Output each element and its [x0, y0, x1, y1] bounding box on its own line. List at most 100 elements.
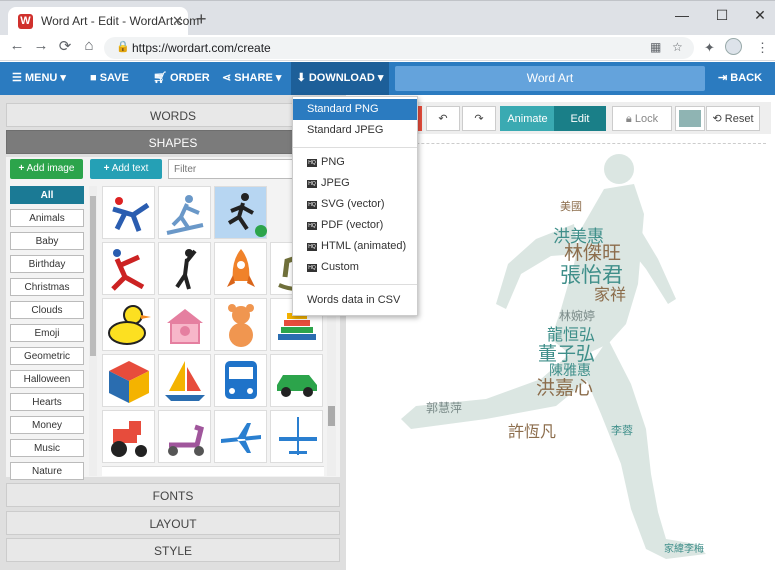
category-money[interactable]: Money	[10, 416, 84, 434]
url-field[interactable]: 🔒 https://wordart.com/create ▦ ☆	[104, 37, 694, 59]
shape-skier[interactable]	[158, 186, 211, 239]
download-dropdown: Standard PNG Standard JPEG HQ PNG HQ JPEG …	[292, 96, 418, 316]
qr-code-icon[interactable]: ▦	[650, 40, 661, 54]
home-icon[interactable]: ⌂	[81, 37, 97, 54]
sailboat-icon	[165, 361, 205, 401]
accordion-words[interactable]: WORDS	[6, 103, 340, 127]
category-birthday[interactable]: Birthday	[10, 255, 84, 273]
reload-icon[interactable]: ⟳	[57, 37, 73, 55]
category-baby[interactable]: Baby	[10, 232, 84, 250]
shape-bus[interactable]	[214, 354, 267, 407]
gymnast-icon	[112, 197, 150, 232]
dd-hq-jpeg[interactable]: HQ JPEG	[293, 173, 417, 194]
filter-input[interactable]	[168, 159, 294, 179]
shape-rubiks-cube[interactable]	[102, 354, 155, 407]
save-button[interactable]: ■ SAVE	[90, 62, 129, 95]
category-music[interactable]: Music	[10, 439, 84, 457]
category-nature[interactable]: Nature	[10, 462, 84, 480]
category-all[interactable]: All	[10, 186, 84, 204]
tractor-icon	[111, 421, 147, 457]
dd-words-csv[interactable]: Words data in CSV	[293, 290, 417, 311]
redo-icon: ↷	[474, 113, 484, 125]
shape-ballerina[interactable]	[158, 242, 211, 295]
shape-rocket[interactable]	[214, 242, 267, 295]
shape-duck[interactable]	[102, 298, 155, 351]
category-emoji[interactable]: Emoji	[10, 324, 84, 342]
browser-menu-icon[interactable]: ⋮	[756, 40, 769, 56]
shape-scooter[interactable]	[158, 410, 211, 463]
dd-custom[interactable]: HQ Custom	[293, 257, 417, 278]
hq-icon: HQ	[307, 159, 317, 167]
download-button[interactable]: ⬇ DOWNLOAD ▾	[291, 62, 389, 95]
share-icon: ⋖	[222, 72, 232, 84]
accordion-shapes[interactable]: SHAPES	[6, 130, 340, 154]
shape-sailboat[interactable]	[158, 354, 211, 407]
bookmark-star-icon[interactable]: ☆	[672, 40, 683, 54]
color-accent-edge	[418, 106, 422, 131]
minimize-icon[interactable]: —	[672, 7, 692, 23]
dd-standard-png[interactable]: Standard PNG	[293, 99, 417, 120]
close-tab-icon[interactable]: ✕	[172, 13, 183, 29]
edit-button[interactable]: Edit	[554, 106, 606, 131]
reset-button[interactable]: ⟲ Reset	[706, 106, 760, 131]
shape-airplane[interactable]	[214, 410, 267, 463]
dd-html[interactable]: HQ HTML (animated)	[293, 236, 417, 257]
dd-separator	[293, 284, 417, 285]
category-hearts[interactable]: Hearts	[10, 393, 84, 411]
add-text-button[interactable]: + Add text	[90, 159, 162, 179]
accordion-layout[interactable]: LAYOUT	[6, 511, 340, 535]
dd-hq-png[interactable]: HQ PNG	[293, 152, 417, 173]
shape-runner[interactable]	[214, 186, 267, 239]
hq-icon: HQ	[307, 180, 317, 188]
dd-pdf[interactable]: HQ PDF (vector)	[293, 215, 417, 236]
shape-piggy-bank[interactable]	[158, 298, 211, 351]
maximize-icon[interactable]: ☐	[712, 7, 732, 24]
order-button[interactable]: 🛒︎ ORDER	[153, 62, 210, 95]
category-halloween[interactable]: Halloween	[10, 370, 84, 388]
piggy-bank-icon	[167, 309, 203, 344]
redo-button[interactable]: ↷	[462, 106, 496, 131]
airplane-icon	[221, 423, 261, 453]
word-11: 許恆凡	[508, 422, 556, 441]
category-scrollbar[interactable]	[89, 186, 97, 476]
dd-separator	[293, 147, 417, 148]
category-clouds[interactable]: Clouds	[10, 301, 84, 319]
teddy-bear-icon	[228, 304, 254, 347]
dd-standard-jpeg[interactable]: Standard JPEG	[293, 120, 417, 141]
shape-gymnast-2[interactable]	[102, 242, 155, 295]
accordion-style[interactable]: STYLE	[6, 538, 340, 562]
color-swatch-button[interactable]	[675, 106, 705, 131]
shape-airplane-2[interactable]	[270, 410, 323, 463]
shape-gymnast[interactable]	[102, 186, 155, 239]
new-tab-icon[interactable]: +	[196, 9, 207, 30]
profile-avatar[interactable]	[725, 38, 742, 55]
browser-tab[interactable]: W Word Art - Edit - WordArt.com ✕	[8, 7, 199, 36]
shape-teddy-bear[interactable]	[214, 298, 267, 351]
lock-icon: 🔒	[116, 41, 130, 53]
category-geometric[interactable]: Geometric	[10, 347, 84, 365]
back-button[interactable]: ⇥ BACK	[718, 62, 762, 95]
category-animals[interactable]: Animals	[10, 209, 84, 227]
floppy-icon: ■	[90, 72, 97, 84]
share-button[interactable]: ⋖ SHARE ▾	[222, 62, 281, 95]
wordart-favicon-icon: W	[18, 14, 33, 29]
accordion-fonts[interactable]: FONTS	[6, 483, 340, 507]
rocket-icon	[227, 249, 255, 287]
close-window-icon[interactable]: ✕	[750, 7, 770, 24]
category-christmas[interactable]: Christmas	[10, 278, 84, 296]
sign-out-icon: ⇥	[718, 72, 728, 84]
forward-arrow-icon[interactable]: →	[33, 37, 49, 54]
animate-button[interactable]: Animate	[500, 106, 555, 131]
undo-button[interactable]: ↶	[426, 106, 460, 131]
dd-svg[interactable]: HQ SVG (vector)	[293, 194, 417, 215]
add-image-button[interactable]: + Add image	[10, 159, 83, 179]
shape-car[interactable]	[270, 354, 323, 407]
word-5: 林婉婷	[559, 308, 595, 323]
shape-tractor[interactable]	[102, 410, 155, 463]
word-10: 郭慧萍	[426, 400, 462, 415]
back-arrow-icon[interactable]: ←	[9, 37, 25, 54]
extensions-icon[interactable]: ✦	[704, 40, 715, 56]
word-art-name-field[interactable]: Word Art	[395, 66, 705, 91]
lock-button[interactable]: 🔒︎ Lock	[612, 106, 672, 131]
menu-button[interactable]: ☰ MENU ▾	[12, 62, 66, 95]
